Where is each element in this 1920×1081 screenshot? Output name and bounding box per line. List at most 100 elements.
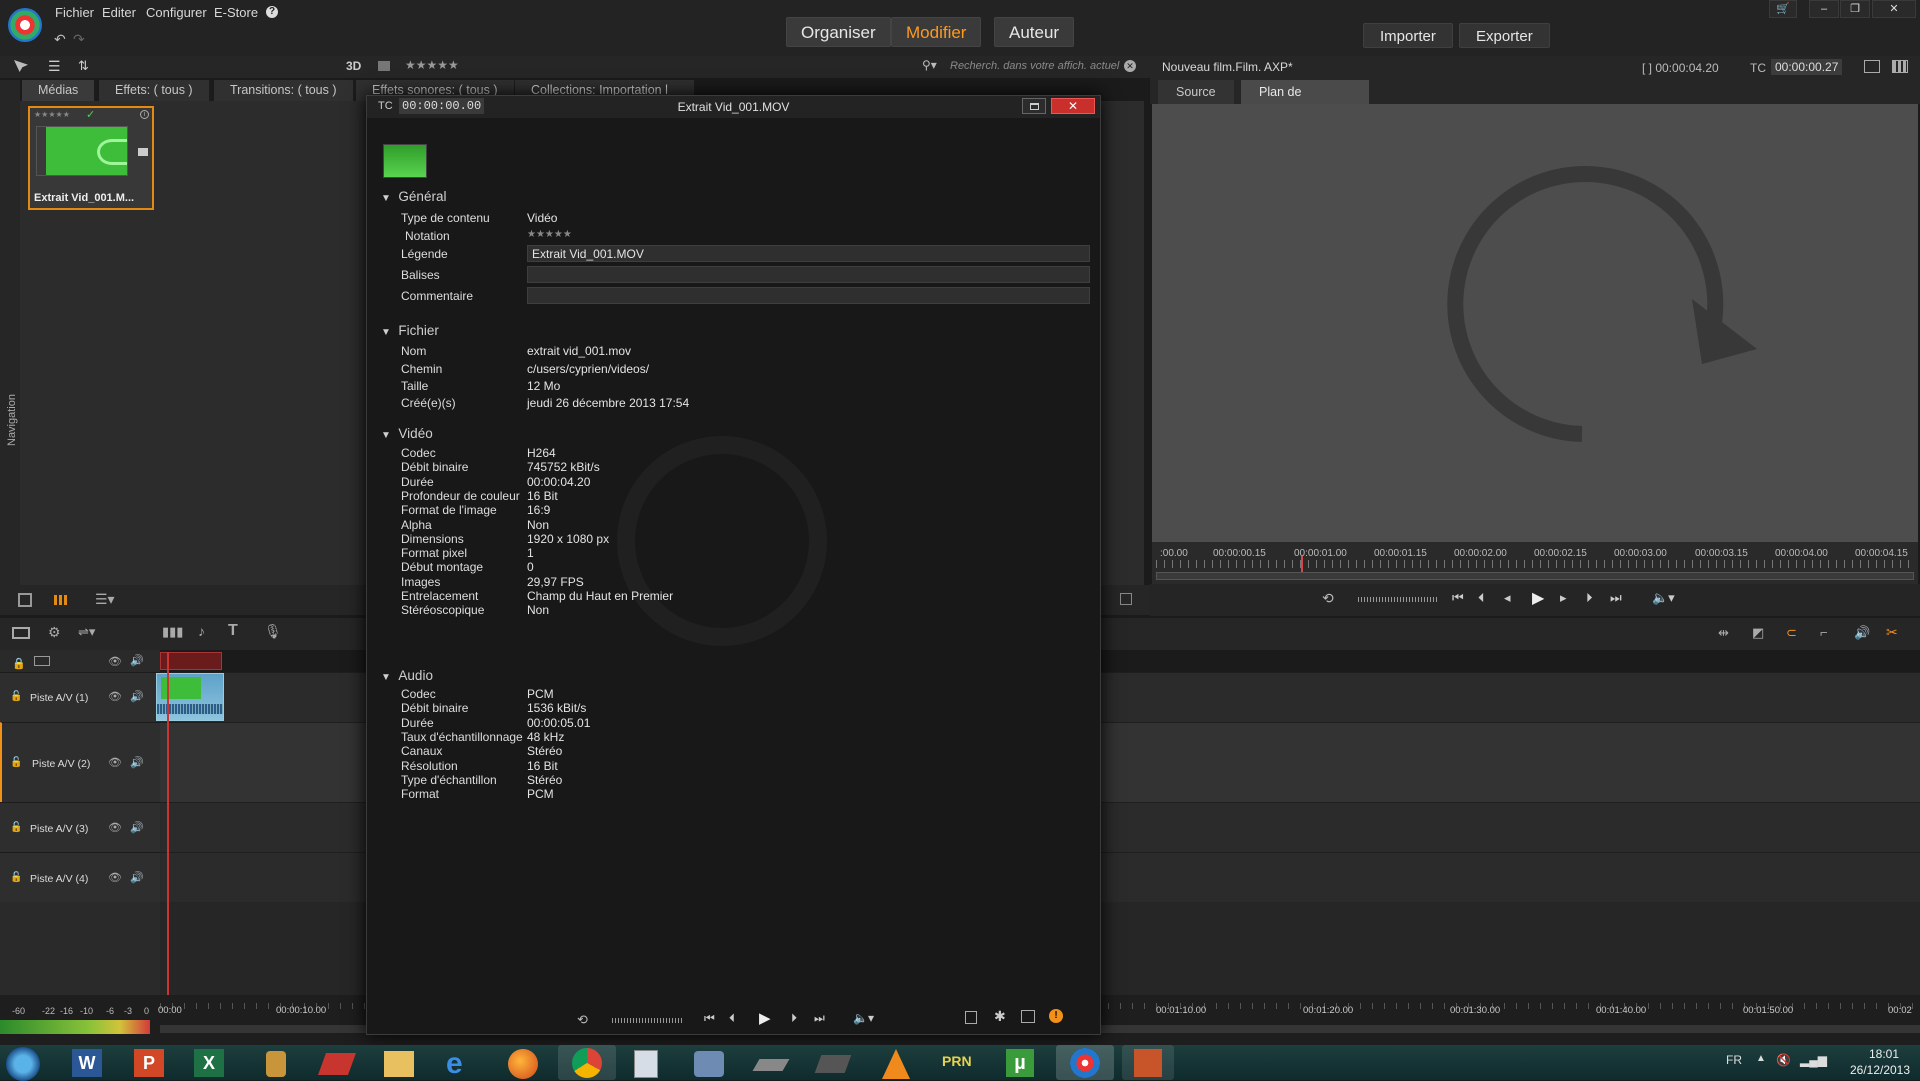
app-task-button[interactable] [1122,1045,1174,1080]
prev-frame-icon[interactable]: ⏴ [1478,590,1485,606]
clip-rating[interactable]: ★★★★★ [34,110,70,119]
track-speaker-icon[interactable]: 🔊 [130,690,144,703]
media-center-icon[interactable] [694,1051,724,1077]
video-viewer[interactable] [1152,104,1918,542]
mode-modifier-button[interactable]: Modifier [891,17,982,47]
toggle-3d[interactable]: 3D [346,59,361,73]
trim-icon[interactable]: ◩ [1752,625,1764,641]
pinnacle-task-button[interactable] [1056,1045,1114,1080]
dialog-maximize-button[interactable] [1022,98,1046,114]
importer-button[interactable]: Importer [1363,23,1453,48]
section-audio-header[interactable]: ▼ Audio [381,668,433,683]
undo-icon[interactable]: ↶ [54,31,66,48]
media-clip-card[interactable]: ★★★★★ ✓ i Extrait Vid_001.M... [28,106,154,210]
help-icon[interactable]: ? [266,6,278,18]
dialog-copy-icon[interactable] [965,1011,977,1024]
dialog-info-icon[interactable]: ! [1049,1009,1063,1023]
forward-icon[interactable]: ▸ [1560,590,1567,606]
menu-editer[interactable]: Editer [102,5,136,20]
menu-estore[interactable]: E-Store [214,5,258,20]
track-lock-icon[interactable]: 🔓 [10,822,22,833]
track-eye-icon[interactable]: 👁 [108,871,122,884]
timeline-playhead[interactable] [167,652,169,1002]
track-header-4[interactable]: 🔓 Piste A/V (4) 👁 🔊 [0,852,160,902]
razor-icon[interactable]: ✂ [1886,624,1898,641]
player-timecode[interactable]: 00:00:00.27 [1771,59,1843,75]
excel-icon[interactable]: X [194,1049,224,1077]
menu-configurer[interactable]: Configurer [146,5,207,20]
mode-auteur-button[interactable]: Auteur [994,17,1075,47]
rating-stars[interactable]: ★★★★★ [527,229,572,240]
dialog-shuttle-slider[interactable] [612,1018,682,1023]
volume-icon[interactable]: 🔈▾ [1652,590,1675,606]
play-icon[interactable]: ▶ [1532,588,1544,608]
player-scrubber[interactable] [1156,572,1914,580]
cart-icon[interactable]: 🛒 [1769,0,1797,18]
search-input[interactable]: Recherch. dans votre affich. actuel [950,60,1119,72]
timeline-playhead-range[interactable] [160,652,222,670]
tag-icon[interactable] [378,61,390,71]
dialog-go-end-icon[interactable]: ⏭ [814,1011,825,1026]
vlc-icon[interactable] [882,1049,910,1079]
title-icon[interactable]: T [228,622,238,640]
exporter-button[interactable]: Exporter [1459,23,1550,48]
details-view-icon[interactable]: ☰▾ [95,591,115,608]
track-lock-icon[interactable]: 🔓 [10,757,22,768]
track-eye-icon[interactable]: 👁 [108,756,122,769]
restore-button[interactable]: ❐ [1840,0,1870,18]
track-speaker-icon[interactable]: 🔊 [130,871,144,884]
dialog-next-icon[interactable]: ⏵ [791,1011,797,1026]
dialog-gear-icon[interactable]: ✱ [994,1008,1006,1025]
dialog-close-button[interactable]: ✕ [1051,98,1095,114]
word-icon[interactable]: W [72,1049,102,1077]
audio-scrub-icon[interactable]: 🔊 [1854,625,1870,641]
eye-icon[interactable]: 👁 [108,655,122,668]
magnet-icon[interactable]: ⊂ [1786,625,1797,641]
close-window-button[interactable]: ✕ [1872,0,1916,18]
track-eye-icon[interactable]: 👁 [108,821,122,834]
clock-date[interactable]: 26/12/2013 [1840,1063,1920,1077]
calculator-icon[interactable] [634,1050,658,1078]
settings-icon[interactable]: ⚙ [48,624,61,641]
volume-muted-icon[interactable]: 🔇 [1776,1053,1791,1067]
shuttle-slider[interactable] [1358,597,1438,602]
app-icon[interactable]: PRN [942,1053,972,1069]
menu-fichier[interactable]: Fichier [55,5,94,20]
next-frame-icon[interactable]: ⏵ [1586,590,1593,606]
dialog-loop-icon[interactable]: ⟲ [577,1012,588,1028]
track-lock-icon[interactable]: 🔓 [10,872,22,883]
track-speaker-icon[interactable]: 🔊 [130,756,144,769]
utorrent-icon[interactable]: µ [1006,1049,1034,1077]
pages-icon[interactable] [18,593,32,607]
storyboard-icon[interactable] [12,627,30,639]
mic-icon[interactable]: 🎙 [264,623,282,640]
explorer-folder-icon[interactable] [384,1051,414,1077]
maximize-library-icon[interactable] [1120,593,1132,605]
dialog-go-start-icon[interactable]: ⏮ [704,1011,715,1026]
network-icon[interactable]: ▂▄▆ [1800,1053,1827,1067]
split-icon[interactable]: ⇹ [1718,625,1729,641]
mode-organiser-button[interactable]: Organiser [786,17,891,47]
tab-plan-de-montage[interactable]: Plan de montage [1241,80,1369,123]
clear-search-icon[interactable]: ✕ [1124,60,1136,72]
tab-transitions[interactable]: Transitions: ( tous ) [214,80,354,101]
pointer-icon[interactable] [14,60,28,72]
track-header-1[interactable]: 🔓 Piste A/V (1) 👁 🔊 [0,672,160,722]
section-fichier-header[interactable]: ▼ Fichier [381,323,439,338]
rewind-icon[interactable]: ◂ [1504,590,1511,606]
dialog-play-icon[interactable]: ▶ [759,1009,771,1027]
tray-expand-icon[interactable]: ▲ [1756,1053,1766,1064]
internet-explorer-icon[interactable]: e [446,1047,463,1081]
minimize-button[interactable]: – [1809,0,1839,18]
music-icon[interactable]: ♪ [198,623,205,639]
navigation-strip[interactable]: Navigation [0,80,20,585]
clock-time[interactable]: 18:01 [1854,1047,1914,1061]
audio-mixer-icon[interactable]: ▮▮▮ [162,624,183,640]
ripple-icon[interactable]: ⌐ [1820,625,1828,640]
layout-icon[interactable] [1892,60,1908,73]
section-video-header[interactable]: ▼ Vidéo [381,426,433,441]
external-view-icon[interactable] [1864,60,1880,73]
dialog-expand-icon[interactable] [1021,1010,1035,1023]
app-icon[interactable] [266,1051,286,1077]
powerpoint-icon[interactable]: P [134,1049,164,1077]
